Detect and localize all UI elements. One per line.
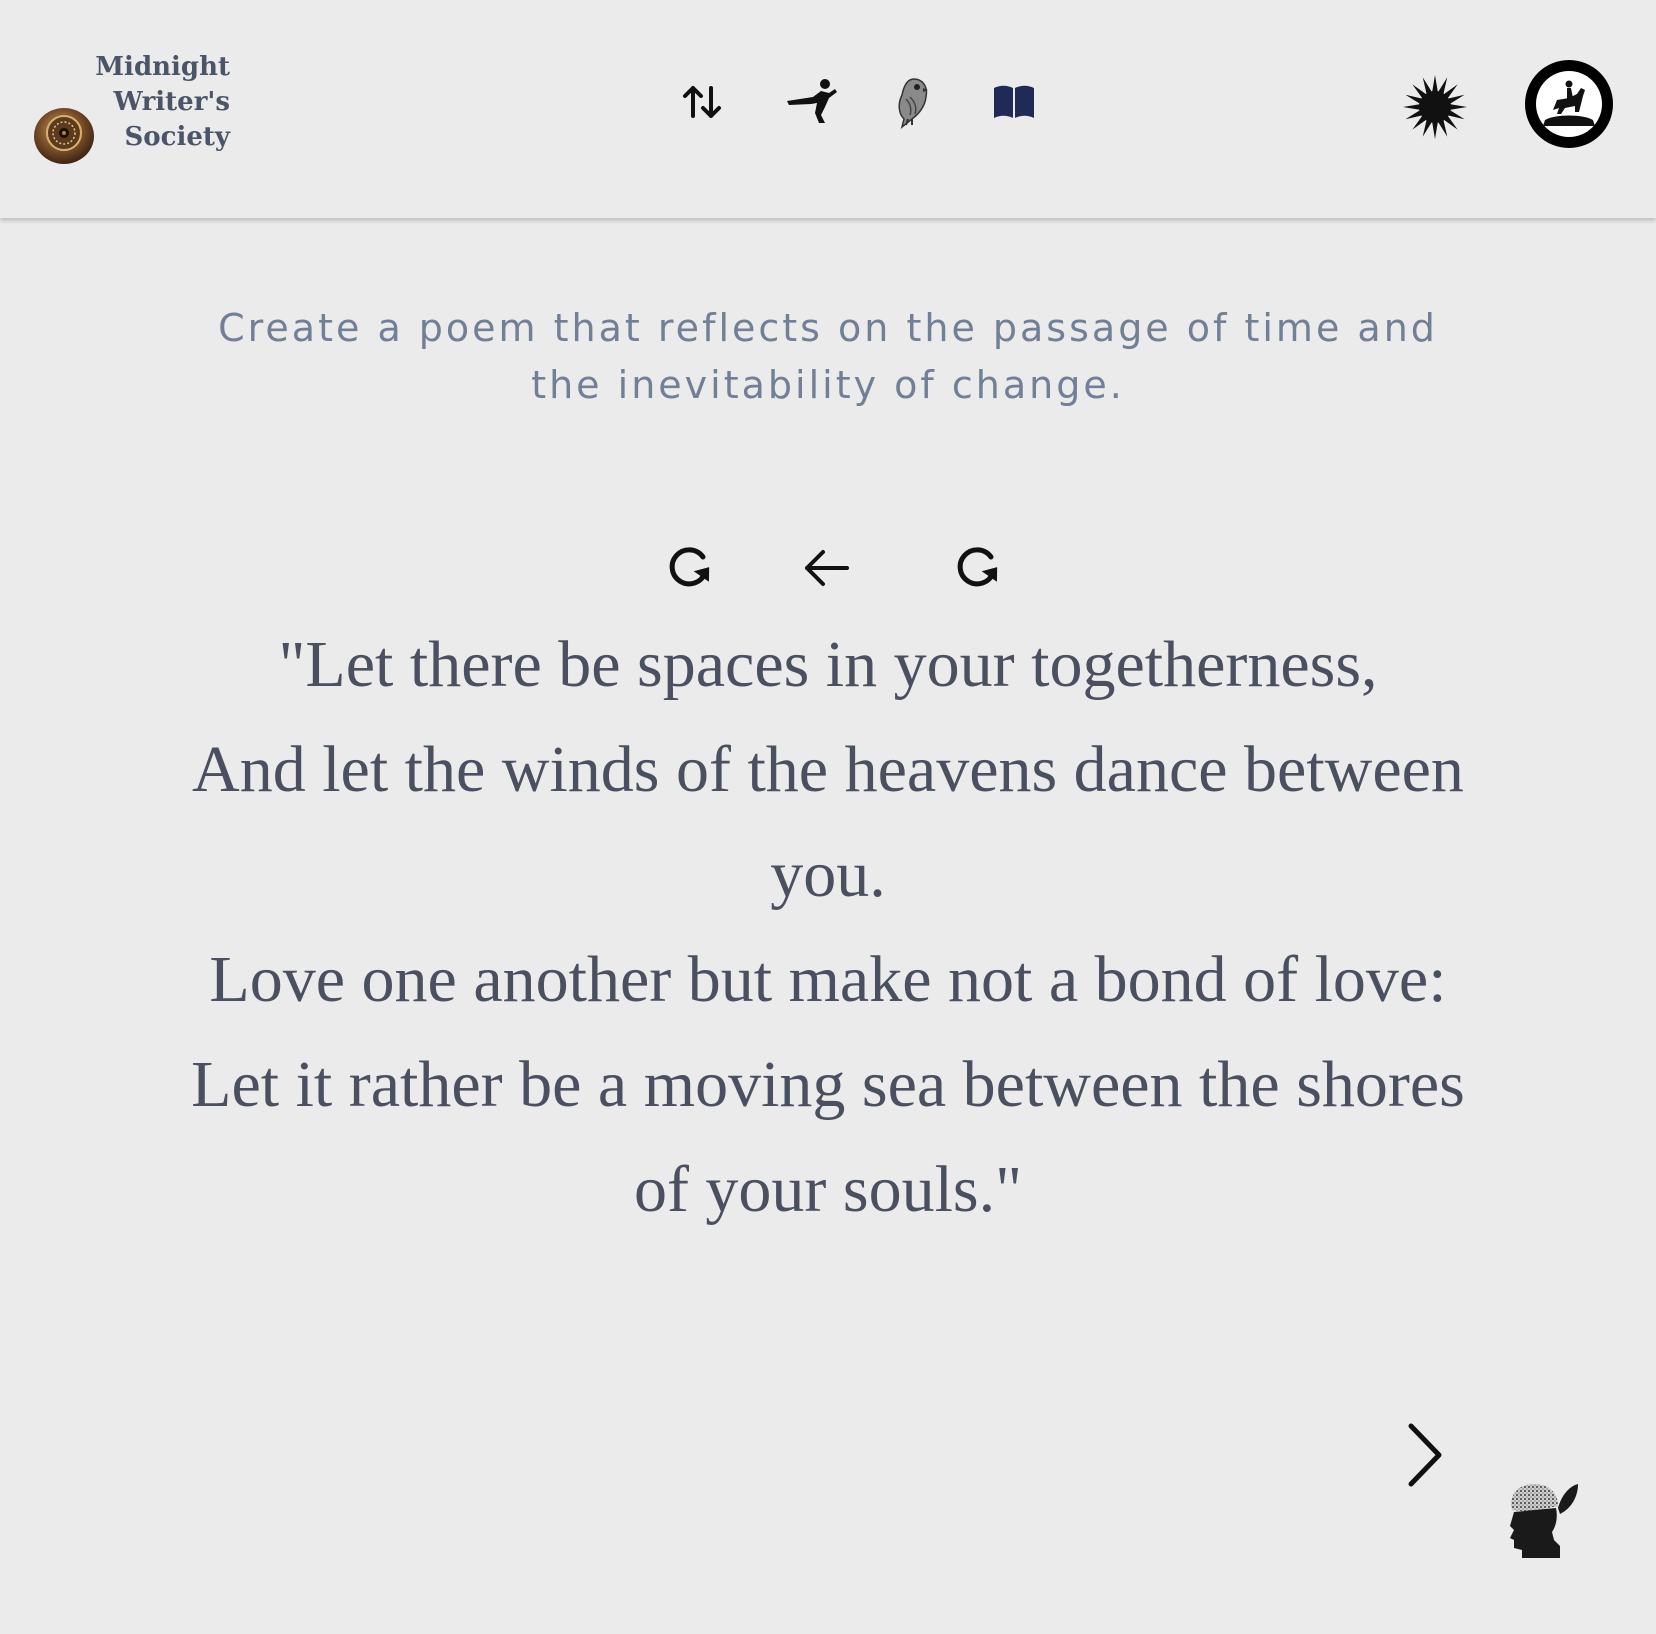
logo-line-1: Midnight <box>95 52 230 82</box>
sort-button[interactable] <box>672 72 732 132</box>
owl-icon <box>898 78 928 129</box>
top-header: Midnight Writer's Society <box>0 0 1656 218</box>
book-icon <box>994 85 1034 118</box>
writing-prompt: Create a poem that reflects on the passa… <box>218 306 1438 407</box>
poem-text: "Let there be spaces in your togethernes… <box>180 612 1476 1242</box>
poem-controls <box>0 538 1656 598</box>
logo-line-2: Writer's <box>113 87 230 117</box>
martial-arts-icon <box>787 79 837 123</box>
regenerate-button[interactable] <box>948 538 1008 598</box>
refresh-button[interactable] <box>660 538 720 598</box>
next-button[interactable] <box>1395 1420 1455 1490</box>
horse-rider-avatar-icon <box>1536 71 1602 137</box>
head-brain-icon <box>1510 1484 1578 1558</box>
site-logo[interactable]: Midnight Writer's Society <box>30 50 230 180</box>
logo-line-3: Society <box>124 122 231 152</box>
refresh-icon <box>669 547 710 587</box>
martial-arts-button[interactable] <box>782 72 842 132</box>
chevron-right-icon <box>1408 1423 1442 1487</box>
poem-line: "Let there be spaces in your togethernes… <box>278 628 1378 701</box>
poem-line: Let it rather be a moving sea between th… <box>191 1048 1465 1226</box>
ai-assistant-button[interactable] <box>1500 1478 1584 1562</box>
back-arrow-icon <box>805 550 849 586</box>
regenerate-icon <box>957 547 998 587</box>
back-button[interactable] <box>796 538 856 598</box>
poem-line: And let the winds of the heavens dance b… <box>192 733 1464 911</box>
logo-text: Midnight Writer's Society <box>40 50 230 155</box>
book-button[interactable] <box>984 72 1044 132</box>
poem-line: Love one another but make not a bond of … <box>209 943 1447 1016</box>
user-avatar-button[interactable] <box>1525 60 1613 148</box>
sun-theme-icon <box>1403 75 1467 139</box>
sort-icon <box>683 86 721 118</box>
theme-toggle-button[interactable] <box>1400 72 1470 142</box>
owl-button[interactable] <box>882 72 942 132</box>
